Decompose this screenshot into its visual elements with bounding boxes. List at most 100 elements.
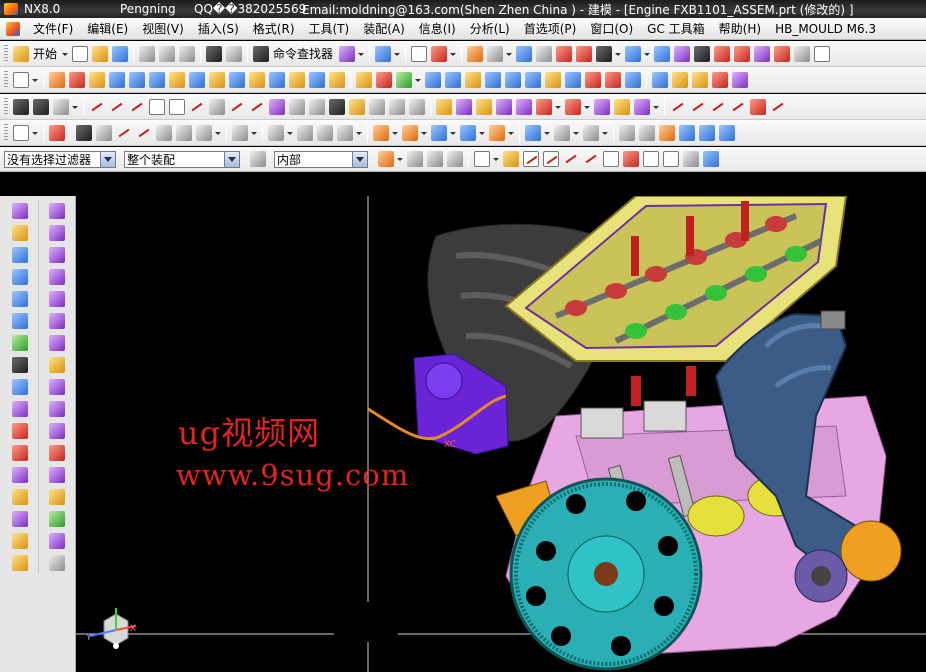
delete-face-icon[interactable]	[692, 71, 708, 88]
copy-icon[interactable]	[159, 45, 176, 62]
sphere-icon[interactable]	[169, 71, 185, 88]
resource-reuse-icon[interactable]	[12, 511, 28, 527]
datum-csys-icon[interactable]	[116, 125, 132, 141]
mould-wizard-icon[interactable]	[659, 124, 675, 141]
point-on-curve-icon[interactable]	[663, 151, 679, 167]
rectangle-select-icon[interactable]	[474, 151, 490, 167]
resource-settings-icon[interactable]	[12, 423, 28, 439]
resource-section-curve-icon[interactable]	[48, 533, 65, 549]
layer-icon[interactable]	[375, 45, 392, 62]
resource-mesh-icon[interactable]	[48, 247, 65, 263]
corner-dropdown[interactable]	[355, 125, 362, 141]
emboss-icon[interactable]	[732, 71, 748, 88]
menu-format[interactable]: 格式(R)	[246, 18, 302, 40]
snap-point-icon[interactable]	[378, 151, 394, 167]
snap-enable-icon[interactable]	[503, 151, 519, 167]
part-nav-dropdown[interactable]	[71, 99, 78, 115]
extension-dropdown[interactable]	[583, 99, 590, 115]
menu-window[interactable]: 窗口(O)	[583, 18, 640, 40]
clearance-dropdown[interactable]	[572, 125, 579, 141]
select-icon[interactable]	[339, 45, 356, 62]
part-nav-icon[interactable]	[53, 98, 69, 115]
extension-icon[interactable]	[565, 98, 581, 115]
component-dropdown[interactable]	[391, 125, 398, 141]
chevron-down-icon[interactable]	[352, 151, 367, 167]
analyze-curve-icon[interactable]	[670, 99, 686, 115]
rib-icon[interactable]	[289, 71, 305, 88]
datum-plane-icon[interactable]	[76, 124, 92, 141]
resource-color-icon[interactable]	[48, 511, 65, 527]
intersection-point-icon[interactable]	[583, 151, 599, 167]
component-icon[interactable]	[373, 124, 389, 141]
save-icon[interactable]	[112, 45, 129, 62]
ref-set-icon[interactable]	[619, 124, 635, 141]
resource-thicken-icon[interactable]	[48, 379, 65, 395]
menu-insert[interactable]: 插入(S)	[191, 18, 246, 40]
redo-icon[interactable]	[226, 45, 243, 62]
dimension-dropdown[interactable]	[286, 125, 293, 141]
ruled-icon[interactable]	[614, 98, 630, 115]
unite-dropdown[interactable]	[414, 72, 421, 88]
move-face-icon[interactable]	[565, 71, 581, 88]
select-dropdown[interactable]	[357, 46, 365, 62]
weight-icon[interactable]	[639, 124, 655, 141]
resource-trim-icon[interactable]	[48, 269, 65, 285]
menu-information[interactable]: 信息(I)	[412, 18, 463, 40]
menu-view[interactable]: 视图(V)	[135, 18, 191, 40]
menu-help[interactable]: 帮助(H)	[712, 18, 768, 40]
corner-icon[interactable]	[337, 124, 353, 141]
draft-analysis-icon[interactable]	[730, 99, 746, 115]
trim-sheet-icon[interactable]	[536, 98, 552, 115]
law-curve-icon[interactable]	[269, 98, 285, 115]
menu-analysis[interactable]: 分析(L)	[463, 18, 517, 40]
start-icon[interactable]	[13, 45, 29, 62]
resource-surface-icon[interactable]	[48, 225, 65, 241]
extend-icon[interactable]	[317, 124, 333, 141]
offset-face-icon[interactable]	[505, 71, 521, 88]
arc-icon[interactable]	[129, 99, 145, 115]
shell-icon[interactable]	[376, 71, 392, 88]
cube-view-dropdown[interactable]	[643, 46, 651, 62]
edge-icon[interactable]	[774, 45, 791, 62]
cone-icon[interactable]	[149, 71, 165, 88]
sketch-rectangle-icon[interactable]	[13, 124, 29, 141]
dimension-icon[interactable]	[268, 124, 284, 141]
resource-section-icon[interactable]	[48, 445, 65, 461]
resource-wave-icon[interactable]	[48, 203, 65, 219]
subtract-icon[interactable]	[425, 71, 441, 88]
sketch-constraint-dropdown[interactable]	[250, 125, 257, 141]
offset-curve-icon[interactable]	[349, 98, 365, 115]
explode-icon[interactable]	[489, 124, 505, 141]
select-all-icon[interactable]	[447, 151, 463, 167]
resource-patch-icon[interactable]	[48, 423, 65, 439]
resource-roles-icon[interactable]	[12, 445, 28, 461]
binoculars-icon[interactable]	[253, 45, 270, 62]
resource-history-icon[interactable]	[12, 379, 28, 395]
sequence-dropdown[interactable]	[601, 125, 608, 141]
resource-pad-icon[interactable]	[12, 225, 28, 241]
mould-parting-icon[interactable]	[679, 124, 695, 141]
flywheel[interactable]	[509, 477, 703, 671]
show-hide-icon[interactable]	[427, 151, 443, 167]
thread-icon[interactable]	[309, 71, 325, 88]
layer-dropdown[interactable]	[393, 46, 401, 62]
display-mode-icon[interactable]	[694, 45, 711, 62]
type-filter-select[interactable]: 没有选择过滤器	[4, 150, 116, 168]
sketch-icon[interactable]	[467, 45, 484, 62]
intersect-icon[interactable]	[445, 71, 461, 88]
circle-point-icon[interactable]	[156, 124, 172, 141]
sequence-icon[interactable]	[583, 124, 599, 141]
unite-icon[interactable]	[396, 71, 412, 88]
through-mesh-icon[interactable]	[456, 98, 472, 115]
measure-dropdown[interactable]	[214, 125, 221, 141]
paste-icon[interactable]	[179, 45, 196, 62]
resource-motion-icon[interactable]	[12, 555, 28, 571]
pad-icon[interactable]	[229, 71, 245, 88]
render-dropdown[interactable]	[449, 46, 457, 62]
mid-point-icon[interactable]	[543, 151, 559, 167]
move-component-icon[interactable]	[431, 124, 447, 141]
pattern-icon[interactable]	[585, 71, 601, 88]
mirror-icon[interactable]	[605, 71, 621, 88]
cube-view-icon[interactable]	[625, 45, 642, 62]
block-icon[interactable]	[109, 71, 125, 88]
